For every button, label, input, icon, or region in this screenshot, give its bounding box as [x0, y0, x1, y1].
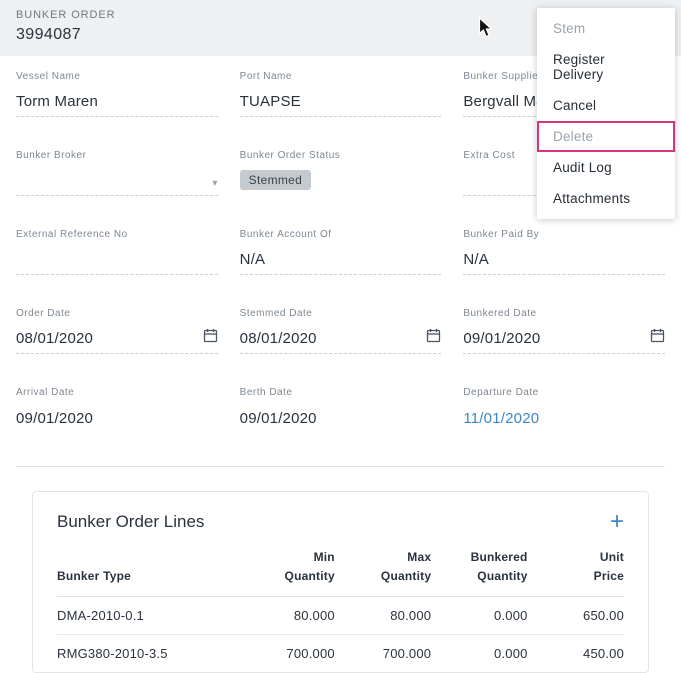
- departure-date-text: 11/01/2020: [463, 410, 539, 427]
- menu-item-delete[interactable]: Delete: [537, 121, 675, 152]
- status-badge: Stemmed: [240, 170, 311, 190]
- col-max-quantity: Max Quantity: [335, 544, 431, 597]
- section-divider: [16, 466, 665, 467]
- vessel-name-value: Torm Maren: [16, 93, 98, 110]
- cell-unit-price: 650.00: [528, 597, 624, 635]
- form-row-5: Arrival Date 09/01/2020 Berth Date 09/01…: [16, 387, 665, 433]
- mouse-cursor-icon: [478, 17, 493, 44]
- calendar-icon[interactable]: [426, 328, 441, 347]
- cell-min-quantity: 80.000: [238, 597, 334, 635]
- stemmed-date-field: Stemmed Date 08/01/2020: [240, 308, 442, 354]
- stemmed-date-label: Stemmed Date: [240, 308, 442, 319]
- bunkered-date-label: Bunkered Date: [463, 308, 665, 319]
- card-title: Bunker Order Lines: [57, 512, 204, 532]
- bunker-paid-by-field: Bunker Paid By N/A: [463, 229, 665, 275]
- external-reference-field: External Reference No: [16, 229, 218, 275]
- menu-item-register-delivery[interactable]: Register Delivery: [537, 44, 675, 90]
- arrival-date-text: 09/01/2020: [16, 410, 93, 427]
- vessel-name-field: Vessel Name Torm Maren: [16, 71, 218, 117]
- bunker-account-of-label: Bunker Account Of: [240, 229, 442, 240]
- col-bunkered-quantity: Bunkered Quantity: [431, 544, 527, 597]
- bunker-broker-select[interactable]: ▾: [16, 169, 218, 196]
- port-name-input[interactable]: TUAPSE: [240, 90, 442, 117]
- departure-date-label: Departure Date: [463, 387, 665, 398]
- order-lines-table: Bunker Type Min Quantity Max Quantity Bu…: [57, 544, 624, 672]
- add-order-line-button[interactable]: +: [610, 512, 624, 532]
- order-date-label: Order Date: [16, 308, 218, 319]
- bunker-paid-by-input[interactable]: N/A: [463, 248, 665, 275]
- external-reference-label: External Reference No: [16, 229, 218, 240]
- external-reference-input[interactable]: [16, 248, 218, 275]
- bunker-supplier-value: Bergvall Ma: [463, 93, 544, 110]
- order-date-field: Order Date 08/01/2020: [16, 308, 218, 354]
- arrival-date-field: Arrival Date 09/01/2020: [16, 387, 218, 433]
- stemmed-date-value: 08/01/2020: [240, 330, 317, 347]
- arrival-date-label: Arrival Date: [16, 387, 218, 398]
- vessel-name-input[interactable]: Torm Maren: [16, 90, 218, 117]
- bunker-paid-by-label: Bunker Paid By: [463, 229, 665, 240]
- menu-item-audit-log[interactable]: Audit Log: [537, 152, 675, 183]
- table-header-row: Bunker Type Min Quantity Max Quantity Bu…: [57, 544, 624, 597]
- bunkered-date-input[interactable]: 09/01/2020: [463, 327, 665, 354]
- table-row[interactable]: RMG380-2010-3.5 700.000 700.000 0.000 45…: [57, 635, 624, 673]
- port-name-label: Port Name: [240, 71, 442, 82]
- port-name-value: TUAPSE: [240, 93, 301, 110]
- bunker-broker-field: Bunker Broker ▾: [16, 150, 218, 196]
- card-header: Bunker Order Lines +: [33, 508, 648, 544]
- bunker-broker-label: Bunker Broker: [16, 150, 218, 161]
- cell-bunkered-quantity: 0.000: [431, 597, 527, 635]
- order-actions-menu: Stem Register Delivery Cancel Delete Aud…: [537, 8, 675, 219]
- vessel-name-label: Vessel Name: [16, 71, 218, 82]
- berth-date-value: 09/01/2020: [240, 406, 442, 433]
- cell-bunker-type: RMG380-2010-3.5: [57, 635, 238, 673]
- bunker-order-lines-card: Bunker Order Lines + Bunker Type Min Qua…: [32, 491, 649, 673]
- col-unit-price: Unit Price: [528, 544, 624, 597]
- berth-date-field: Berth Date 09/01/2020: [240, 387, 442, 433]
- bunker-order-status-label: Bunker Order Status: [240, 150, 442, 161]
- bunker-account-of-value: N/A: [240, 251, 266, 268]
- menu-item-attachments[interactable]: Attachments: [537, 183, 675, 214]
- order-date-value: 08/01/2020: [16, 330, 93, 347]
- cell-bunker-type: DMA-2010-0.1: [57, 597, 238, 635]
- berth-date-text: 09/01/2020: [240, 410, 317, 427]
- col-bunker-type: Bunker Type: [57, 544, 238, 597]
- bunker-order-status-input[interactable]: Stemmed: [240, 169, 442, 196]
- order-date-input[interactable]: 08/01/2020: [16, 327, 218, 354]
- chevron-down-icon[interactable]: ▾: [212, 178, 217, 189]
- bunkered-date-value: 09/01/2020: [463, 330, 540, 347]
- col-min-quantity: Min Quantity: [238, 544, 334, 597]
- bunkered-date-field: Bunkered Date 09/01/2020: [463, 308, 665, 354]
- calendar-icon[interactable]: [650, 328, 665, 347]
- bunker-account-of-field: Bunker Account Of N/A: [240, 229, 442, 275]
- form-row-4: Order Date 08/01/2020 Stemmed Date: [16, 308, 665, 354]
- berth-date-label: Berth Date: [240, 387, 442, 398]
- form-row-3: External Reference No Bunker Account Of …: [16, 229, 665, 275]
- departure-date-field: Departure Date 11/01/2020: [463, 387, 665, 433]
- cell-max-quantity: 80.000: [335, 597, 431, 635]
- cell-bunkered-quantity: 0.000: [431, 635, 527, 673]
- arrival-date-value: 09/01/2020: [16, 406, 218, 433]
- cell-max-quantity: 700.000: [335, 635, 431, 673]
- menu-item-stem[interactable]: Stem: [537, 13, 675, 44]
- cell-min-quantity: 700.000: [238, 635, 334, 673]
- departure-date-link[interactable]: 11/01/2020: [463, 406, 665, 433]
- bunker-account-of-input[interactable]: N/A: [240, 248, 442, 275]
- port-name-field: Port Name TUAPSE: [240, 71, 442, 117]
- bunker-paid-by-value: N/A: [463, 251, 489, 268]
- bunker-order-status-field: Bunker Order Status Stemmed: [240, 150, 442, 196]
- calendar-icon[interactable]: [203, 328, 218, 347]
- table-row[interactable]: DMA-2010-0.1 80.000 80.000 0.000 650.00: [57, 597, 624, 635]
- cell-unit-price: 450.00: [528, 635, 624, 673]
- bunker-order-page: BUNKER ORDER 3994087 Vessel Name Torm Ma…: [0, 0, 681, 636]
- stemmed-date-input[interactable]: 08/01/2020: [240, 327, 442, 354]
- menu-item-cancel[interactable]: Cancel: [537, 90, 675, 121]
